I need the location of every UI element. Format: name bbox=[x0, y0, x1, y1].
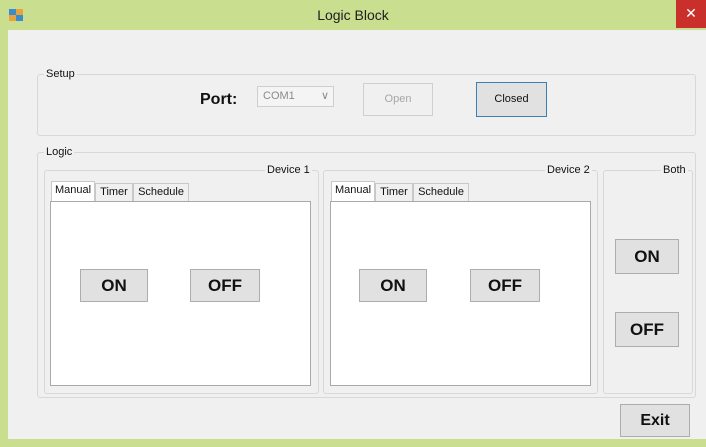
both-off-button[interactable]: OFF bbox=[615, 312, 679, 347]
device2-off-button[interactable]: OFF bbox=[470, 269, 540, 302]
window-title: Logic Block bbox=[317, 7, 389, 23]
closed-button[interactable]: Closed bbox=[476, 82, 547, 117]
title-bar: Logic Block ✕ bbox=[0, 0, 706, 30]
close-button[interactable]: ✕ bbox=[676, 0, 706, 28]
device1-title: Device 1 bbox=[265, 164, 312, 176]
open-button[interactable]: Open bbox=[363, 83, 433, 116]
close-icon: ✕ bbox=[685, 5, 697, 21]
logic-group-label: Logic bbox=[44, 146, 75, 158]
device2-tab-schedule[interactable]: Schedule bbox=[413, 183, 469, 201]
device1-tab-manual[interactable]: Manual bbox=[51, 181, 95, 202]
device1-tab-timer[interactable]: Timer bbox=[95, 183, 133, 201]
port-select[interactable]: COM1 ∨ bbox=[257, 86, 334, 107]
device2-tabs: Manual Timer Schedule bbox=[331, 181, 591, 202]
both-title: Both bbox=[661, 164, 688, 176]
chevron-down-icon: ∨ bbox=[320, 90, 329, 102]
device1-tabs: Manual Timer Schedule bbox=[51, 181, 311, 202]
device2-tab-timer[interactable]: Timer bbox=[375, 183, 413, 201]
device1-tab-schedule[interactable]: Schedule bbox=[133, 183, 189, 201]
device2-title: Device 2 bbox=[545, 164, 592, 176]
device2-tab-manual[interactable]: Manual bbox=[331, 181, 375, 202]
port-label: Port: bbox=[200, 91, 238, 108]
both-group bbox=[603, 170, 693, 394]
device2-on-button[interactable]: ON bbox=[359, 269, 427, 302]
port-select-value: COM1 bbox=[263, 90, 295, 102]
app-window: Logic Block ✕ Setup Port: COM1 ∨ Open Cl… bbox=[0, 0, 706, 447]
device1-on-button[interactable]: ON bbox=[80, 269, 148, 302]
device1-off-button[interactable]: OFF bbox=[190, 269, 260, 302]
exit-button[interactable]: Exit bbox=[620, 404, 690, 437]
both-on-button[interactable]: ON bbox=[615, 239, 679, 274]
setup-group-label: Setup bbox=[44, 68, 77, 80]
